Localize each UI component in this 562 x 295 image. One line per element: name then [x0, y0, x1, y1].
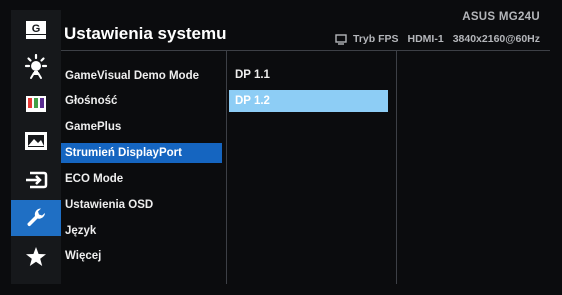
option-dp-1-2[interactable]: DP 1.2 [229, 90, 388, 112]
osd-window: G Ustawienia systemu ASUS MG24U Tryb FPS… [0, 0, 562, 295]
svg-text:G: G [32, 23, 41, 35]
page-title: Ustawienia systemu [64, 24, 227, 43]
menu-item-gameplus[interactable]: GamePlus [61, 117, 221, 137]
sidebar-item-color[interactable] [11, 86, 61, 122]
star-icon [26, 247, 46, 266]
settings-menu: GameVisual Demo Mode Głośność GamePlus S… [61, 51, 227, 284]
menu-item-volume[interactable]: Głośność [61, 91, 221, 111]
option-dp-1-1[interactable]: DP 1.1 [229, 64, 388, 86]
options-panel: DP 1.1 DP 1.2 [227, 51, 397, 284]
status-bar: Tryb FPS HDMI-1 3840x2160@60Hz [335, 33, 540, 45]
color-bars-icon [26, 96, 46, 112]
menu-item-gamevisual-demo[interactable]: GameVisual Demo Mode [61, 66, 221, 86]
menu-item-osd-settings[interactable]: Ustawienia OSD [61, 195, 221, 215]
image-icon [25, 132, 47, 150]
sidebar-item-favorites[interactable] [11, 239, 61, 275]
input-select-icon [26, 171, 48, 189]
menu-item-more[interactable]: Więcej [61, 246, 221, 266]
blue-light-filter-icon [24, 54, 48, 79]
gamevisual-g-icon: G [26, 21, 46, 39]
game-mode-text: Tryb FPS [353, 33, 399, 45]
sidebar-item-gamevisual[interactable]: G [11, 12, 61, 48]
monitor-icon [335, 33, 347, 45]
menu-item-displayport-stream[interactable]: Strumień DisplayPort [61, 143, 222, 163]
model-name: ASUS MG24U [462, 11, 540, 23]
wrench-icon [27, 208, 45, 227]
menu-item-eco-mode[interactable]: ECO Mode [61, 169, 221, 189]
sidebar-item-input[interactable] [11, 162, 61, 198]
menu-item-language[interactable]: Język [61, 221, 221, 241]
sidebar: G [11, 10, 61, 284]
sidebar-item-system-settings[interactable] [11, 200, 61, 236]
resolution-text: 3840x2160@60Hz [452, 33, 540, 45]
input-source-text: HDMI-1 [407, 33, 444, 45]
sidebar-item-image[interactable] [11, 123, 61, 159]
sidebar-item-bluelight[interactable] [11, 49, 61, 85]
